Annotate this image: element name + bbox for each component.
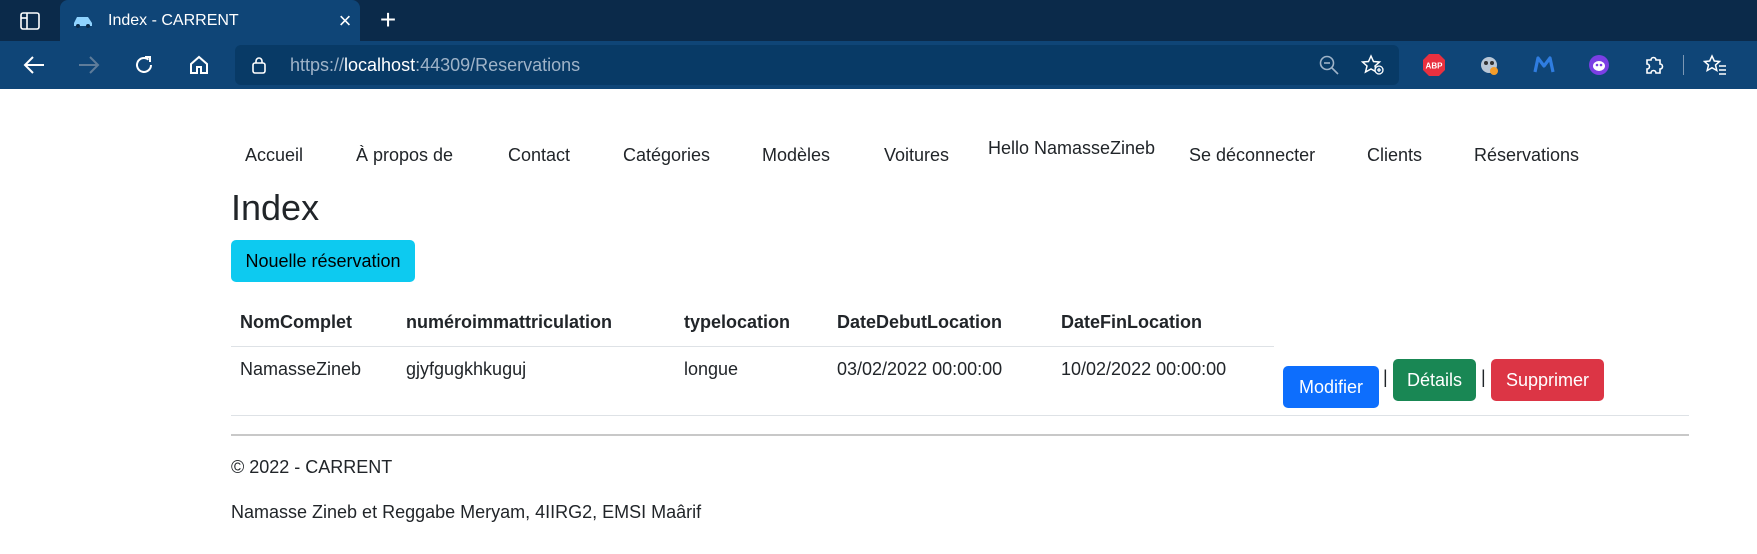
column-header-datefin: DateFinLocation [1061, 312, 1203, 332]
close-tab-icon[interactable]: × [330, 8, 360, 34]
footer-divider [231, 434, 1689, 436]
cell-typelocation: longue [684, 359, 739, 379]
cell-datedebut: 03/02/2022 00:00:00 [837, 359, 1003, 379]
cell-immatriculation: gjyfgugkhkuguj [406, 359, 527, 379]
nav-contact[interactable]: Contact [508, 145, 570, 166]
puzzle-icon[interactable] [1641, 52, 1667, 78]
column-header-nomcomplet: NomComplet [240, 312, 352, 332]
address-bar[interactable]: https://localhost:44309/Reservations [235, 45, 1399, 85]
cell-nomcomplet: NamasseZineb [240, 359, 362, 379]
page-title: Index [231, 187, 320, 228]
cell-datefin: 10/02/2022 00:00:00 [1061, 359, 1227, 379]
action-separator: | [1383, 367, 1388, 387]
browser-tab[interactable]: Index - CARRENT × [60, 0, 360, 41]
browser-tab-bar: Index - CARRENT × + [0, 0, 1757, 41]
nav-reservations[interactable]: Réservations [1474, 145, 1579, 166]
tab-title: Index - CARRENT [108, 11, 239, 29]
footer-credits: Namasse Zineb et Reggabe Meryam, 4IIRG2,… [231, 502, 702, 522]
zoom-out-icon[interactable] [1318, 54, 1342, 76]
nav-hello-user[interactable]: Hello NamasseZineb [988, 138, 1155, 159]
forward-icon[interactable] [75, 52, 103, 78]
abp-icon[interactable]: ABP [1421, 52, 1447, 78]
nav-voitures[interactable]: Voitures [884, 145, 949, 166]
car-favicon-icon [72, 14, 94, 28]
url-text[interactable]: https://localhost:44309/Reservations [290, 55, 580, 76]
new-tab-icon[interactable]: + [372, 6, 404, 36]
url-path: :44309/Reservations [415, 55, 581, 75]
column-header-immatriculation: numéroimmattriculation [406, 312, 613, 332]
toolbar-separator [1683, 55, 1684, 75]
malwarebytes-icon[interactable] [1531, 52, 1557, 78]
svg-text:ABP: ABP [1426, 62, 1444, 71]
browser-toolbar: https://localhost:44309/Reservations ABP [0, 41, 1757, 89]
details-button[interactable]: Détails [1393, 359, 1476, 401]
nav-modeles[interactable]: Modèles [762, 145, 830, 166]
extension-icon[interactable] [1476, 52, 1502, 78]
nav-accueil[interactable]: Accueil [245, 145, 303, 166]
delete-button[interactable]: Supprimer [1491, 359, 1604, 401]
nav-a-propos[interactable]: À propos de [356, 145, 453, 166]
refresh-icon[interactable] [130, 52, 158, 78]
url-host: localhost [344, 55, 416, 75]
row-divider [231, 415, 1689, 416]
column-header-typelocation: typelocation [684, 312, 791, 332]
url-scheme: https:// [290, 55, 345, 75]
back-icon[interactable] [20, 52, 48, 78]
nav-se-deconnecter[interactable]: Se déconnecter [1189, 145, 1315, 166]
header-divider [231, 346, 1274, 347]
add-favorite-icon[interactable] [1360, 54, 1385, 76]
extension-ghost-icon[interactable] [1586, 52, 1612, 78]
lock-icon[interactable] [251, 56, 267, 79]
footer-copyright: © 2022 - CARRENT [231, 457, 393, 477]
tab-actions-icon[interactable] [16, 10, 44, 32]
nav-clients[interactable]: Clients [1367, 145, 1422, 166]
page-content: Accueil À propos de Contact Catégories M… [0, 89, 1757, 554]
action-separator: | [1481, 367, 1486, 387]
nav-categories[interactable]: Catégories [623, 145, 710, 166]
new-reservation-button[interactable]: Nouelle réservation [231, 240, 415, 282]
edit-button[interactable]: Modifier [1283, 366, 1379, 408]
column-header-datedebut: DateDebutLocation [837, 312, 1003, 332]
favorites-icon[interactable] [1702, 52, 1728, 78]
home-icon[interactable] [185, 52, 213, 78]
